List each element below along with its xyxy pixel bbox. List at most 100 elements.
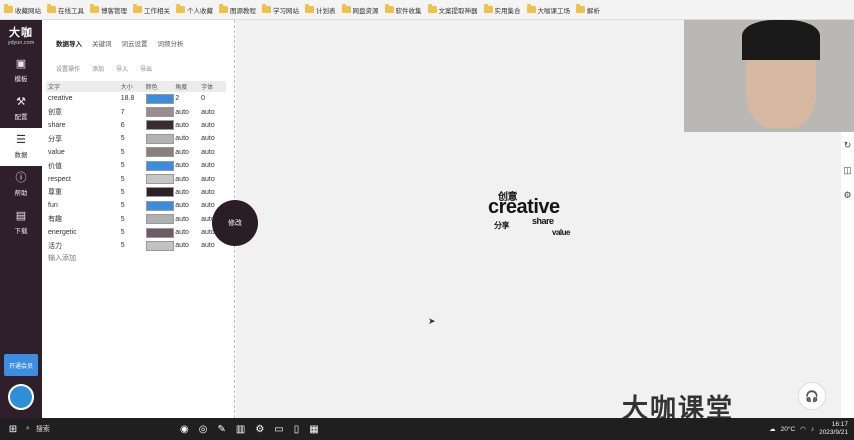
table-row[interactable]: fun 5 auto auto [46,199,226,212]
word-cell[interactable]: share [46,122,121,129]
word-cell[interactable]: fun [46,202,121,209]
color-swatch[interactable] [145,187,174,198]
angle-cell[interactable]: auto [175,189,201,196]
color-swatch[interactable] [145,133,174,144]
sidebar-item[interactable]: ▣ 模板 [0,52,42,90]
font-cell[interactable]: auto [201,122,226,129]
font-cell[interactable]: auto [201,135,226,142]
bookmark-item[interactable]: 收藏网站 [4,4,41,15]
color-cell[interactable] [145,214,176,225]
size-cell[interactable]: 5 [121,162,146,169]
table-row[interactable]: respect 5 auto auto [46,172,226,185]
table-row[interactable]: creative 18.8 2 0 [46,92,226,105]
word-cell[interactable]: energetic [46,229,121,236]
angle-cell[interactable]: auto [175,122,201,129]
word-cell[interactable]: creative [46,95,121,102]
app-logo[interactable]: 大咖 ydyun.com [0,20,42,52]
bookmark-item[interactable]: 工作相关 [133,4,170,15]
size-cell[interactable]: 5 [121,216,146,223]
color-cell[interactable] [145,200,176,211]
table-row[interactable]: 创意 7 auto auto [46,105,226,118]
color-swatch[interactable] [145,240,174,251]
angle-cell[interactable]: auto [175,135,201,142]
color-swatch[interactable] [145,120,174,131]
size-cell[interactable]: 18.8 [121,95,146,102]
bookmark-item[interactable]: 实用集合 [483,4,521,15]
table-row[interactable]: 有趣 5 auto auto [46,213,226,226]
angle-cell[interactable]: auto [175,242,201,249]
panel-tab[interactable]: 数据导入 [56,38,82,48]
table-row[interactable]: 价值 5 auto auto [46,159,226,172]
size-cell[interactable]: 5 [121,189,146,196]
word-cell[interactable]: 价值 [46,161,121,171]
size-cell[interactable]: 7 [121,109,146,116]
word-cell[interactable]: respect [46,176,121,183]
headset-icon[interactable]: 🎧 [798,382,826,410]
color-cell[interactable] [145,174,176,185]
refresh-icon[interactable]: ↻ [844,140,852,151]
volume-icon[interactable]: ♪ [811,426,814,433]
bookmark-item[interactable]: 学习网站 [262,4,299,15]
panel-tab[interactable]: 关键词 [92,38,112,48]
angle-cell[interactable]: auto [175,229,201,236]
sidebar-item[interactable]: ⚒ 配置 [0,90,42,128]
size-cell[interactable]: 5 [121,202,146,209]
word-cell[interactable]: 尊重 [46,187,121,197]
size-cell[interactable]: 5 [121,242,146,249]
color-cell[interactable] [145,120,176,131]
color-swatch[interactable] [145,93,174,104]
color-cell[interactable] [145,107,176,118]
bookmark-item[interactable]: 计划表 [305,4,336,15]
font-cell[interactable]: auto [201,109,226,116]
size-cell[interactable]: 5 [121,229,146,236]
color-cell[interactable] [145,147,176,158]
clock[interactable]: 16:17 2023/9/21 [819,421,848,437]
office-icon[interactable]: ▥ [236,424,245,435]
color-cell[interactable] [145,240,176,251]
bookmark-item[interactable]: 图源教程 [219,4,256,15]
color-cell[interactable] [145,93,176,104]
table-row[interactable]: 尊重 5 auto auto [46,186,226,199]
font-cell[interactable]: auto [201,242,226,249]
font-cell[interactable]: auto [201,189,226,196]
toolbar-button[interactable]: 导出 [140,64,152,73]
table-row[interactable]: 活力 5 auto auto [46,239,226,252]
bookmark-item[interactable]: 解析 [576,4,600,15]
size-cell[interactable]: 5 [121,176,146,183]
word-cell[interactable]: 活力 [46,241,121,251]
browser-icon[interactable]: ◎ [199,424,208,435]
color-cell[interactable] [145,187,176,198]
panel-tab[interactable]: 词云设置 [122,38,148,48]
add-word-input[interactable]: 输入添加 [48,253,226,263]
angle-cell[interactable]: auto [175,202,201,209]
panel-tab[interactable]: 词频分析 [158,38,184,48]
folder-icon[interactable]: ▭ [274,424,283,435]
font-cell[interactable]: auto [201,176,226,183]
settings-icon[interactable]: ⚙ [255,424,264,435]
table-row[interactable]: 分享 5 auto auto [46,132,226,145]
color-cell[interactable] [145,160,176,171]
files-icon[interactable]: ▦ [309,424,318,435]
angle-cell[interactable]: auto [175,176,201,183]
edge-icon[interactable]: ◉ [180,424,189,435]
angle-cell[interactable]: auto [175,162,201,169]
color-swatch[interactable] [145,160,174,171]
bookmark-item[interactable]: 博客管理 [90,4,127,15]
color-swatch[interactable] [145,227,174,238]
taskbar-search[interactable]: ⌕ 搜索 [26,424,134,434]
wifi-icon[interactable]: ◠ [800,425,806,433]
color-cell[interactable] [145,133,176,144]
angle-cell[interactable]: auto [175,216,201,223]
sidebar-item[interactable]: ⓘ 帮助 [0,166,42,204]
color-swatch[interactable] [145,147,174,158]
bookmark-item[interactable]: 软件收集 [384,4,422,15]
tool-icon[interactable]: ⚙ [843,190,851,201]
angle-cell[interactable]: auto [175,109,201,116]
document-icon[interactable]: ▯ [294,424,300,435]
table-row[interactable]: energetic 5 auto auto [46,226,226,239]
table-row[interactable]: value 5 auto auto [46,146,226,159]
bookmark-item[interactable]: 文案提取神器 [427,4,478,15]
vip-button[interactable]: 开通会员 [4,354,38,376]
sidebar-item[interactable]: ☰ 数据 [0,128,42,166]
avatar[interactable] [8,384,34,410]
